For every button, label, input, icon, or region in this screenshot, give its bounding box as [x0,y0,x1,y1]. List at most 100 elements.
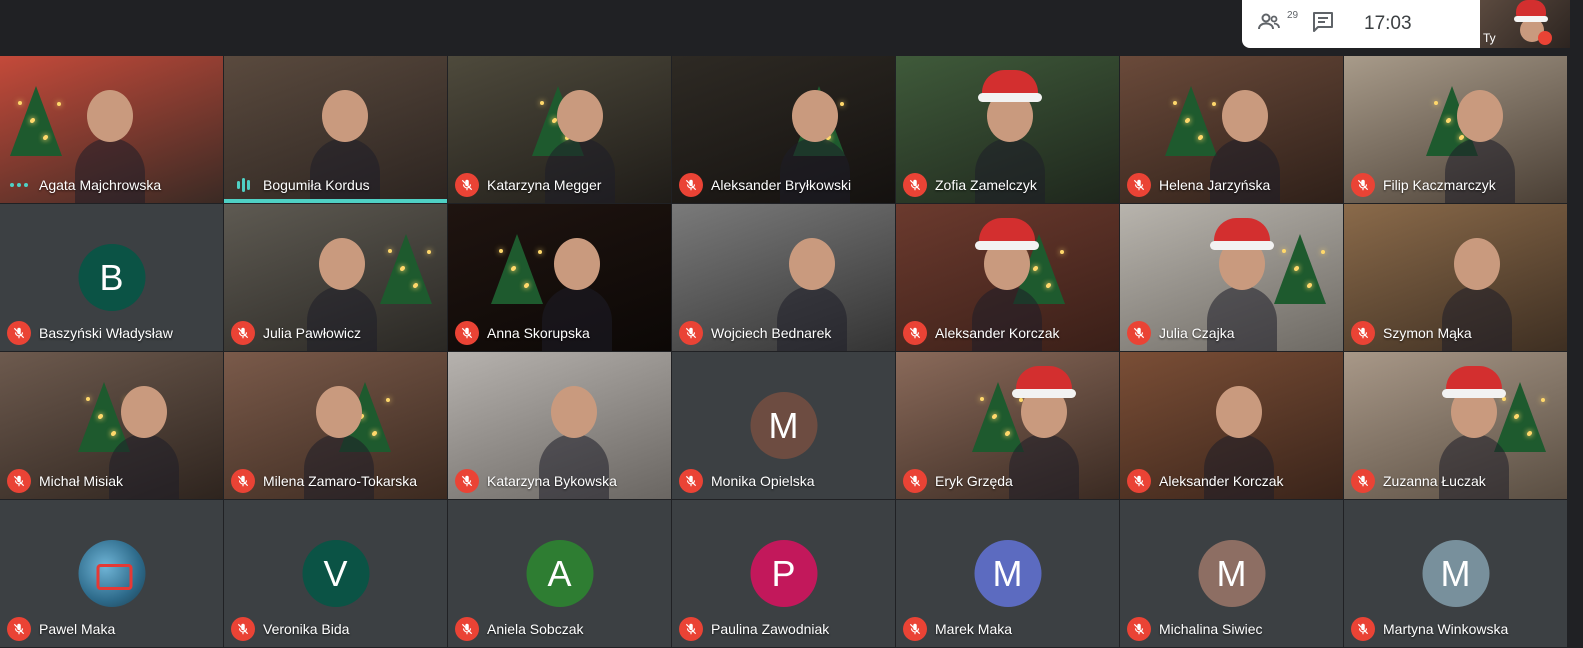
meeting-window: 29 17:03 Ty Agata Majchrowska Bogumiła Ko… [0,0,1583,648]
participant-name: Katarzyna Bykowska [487,473,617,489]
participant-name: Aleksander Korczak [1159,473,1284,489]
participant-name: Eryk Grzęda [935,473,1013,489]
participant-name-row: Agata Majchrowska [7,173,161,197]
participant-name: Julia Pawłowicz [263,325,362,341]
fairy-light [388,249,392,253]
participant-name-row: Szymon Mąka [1351,321,1472,345]
mic-off-icon [1127,321,1151,345]
participant-tile[interactable]: Zuzanna Łuczak [1344,352,1567,499]
mic-off-icon [903,469,927,493]
christmas-tree [491,234,543,304]
participant-tile[interactable]: Anna Skorupska [448,204,671,351]
participants-button[interactable]: 29 [1242,0,1298,48]
fairy-light [386,398,390,402]
participant-name: Helena Jarzyńska [1159,177,1271,193]
participant-name: Szymon Mąka [1383,325,1472,341]
avatar: M [974,540,1041,607]
fairy-light [1033,267,1037,271]
fairy-light [1046,284,1050,288]
participant-tile[interactable]: M Monika Opielska [672,352,895,499]
fairy-light [1446,119,1450,123]
participant-name-row: Katarzyna Megger [455,173,601,197]
mic-off-icon [679,469,703,493]
participant-name-row: Aniela Sobczak [455,617,584,641]
participant-tile[interactable]: A Aniela Sobczak [448,500,671,647]
participant-name-row: Aleksander Korczak [1127,469,1284,493]
participant-tile[interactable]: Zofia Zamelczyk [896,56,1119,203]
participant-tile[interactable]: Katarzyna Megger [448,56,671,203]
participant-tile[interactable]: Bogumiła Kordus [224,56,447,203]
chat-button[interactable] [1296,0,1350,48]
participant-name: Julia Czajka [1159,325,1235,341]
chat-icon [1311,10,1335,39]
avatar: A [526,540,593,607]
fairy-light [540,101,544,105]
fairy-light [980,397,984,401]
participant-tile[interactable]: Katarzyna Bykowska [448,352,671,499]
self-label: Ty [1483,31,1496,45]
participant-name: Zofia Zamelczyk [935,177,1037,193]
participant-tile[interactable]: Aleksander Bryłkowski [672,56,895,203]
participant-name: Milena Zamaro-Tokarska [263,473,418,489]
participant-tile[interactable]: M Michalina Siwiec [1120,500,1343,647]
participant-tile[interactable]: P Paulina Zawodniak [672,500,895,647]
participant-tile[interactable]: Aleksander Korczak [896,204,1119,351]
participant-tile[interactable]: Julia Czajka [1120,204,1343,351]
participant-name: Michał Misiak [39,473,124,489]
fairy-light [1173,101,1177,105]
participant-tile[interactable]: Szymon Mąka [1344,204,1567,351]
participant-grid: Agata Majchrowska Bogumiła Kordus Katarzyn… [0,56,1567,648]
avatar: M [1198,540,1265,607]
participant-name-row: Katarzyna Bykowska [455,469,617,493]
participant-face [554,238,600,290]
meeting-clock: 17:03 [1364,13,1412,34]
christmas-tree [1165,86,1217,156]
participant-tile[interactable]: Filip Kaczmarczyk [1344,56,1567,203]
participant-name-row: Pawel Maka [7,617,115,641]
fairy-light [538,250,542,254]
participant-name: Bogumiła Kordus [263,177,370,193]
participant-tile[interactable]: M Marek Maka [896,500,1119,647]
participant-tile[interactable]: Helena Jarzyńska [1120,56,1343,203]
participant-tile[interactable]: Pawel Maka [0,500,223,647]
fairy-light [1514,415,1518,419]
participant-tile[interactable]: Michał Misiak [0,352,223,499]
participant-tile[interactable]: Agata Majchrowska [0,56,223,203]
fairy-light [1307,284,1311,288]
mic-off-icon [1127,617,1151,641]
mic-off-icon [1538,31,1552,45]
fairy-light [1212,102,1216,106]
fairy-light [18,101,22,105]
participant-name: Michalina Siwiec [1159,621,1263,637]
participant-name: Wojciech Bednarek [711,325,832,341]
mic-off-icon [903,617,927,641]
christmas-tree [10,86,62,156]
avatar [78,540,145,607]
fairy-light [1321,250,1325,254]
fairy-light [1434,101,1438,105]
participant-name: Aleksander Bryłkowski [711,177,852,193]
participant-tile[interactable]: M Martyna Winkowska [1344,500,1567,647]
avatar: B [78,244,145,311]
participant-tile[interactable]: B Baszyński Władysław [0,204,223,351]
mic-off-icon [1351,321,1375,345]
participant-tile[interactable]: Julia Pawłowicz [224,204,447,351]
participant-name-row: Martyna Winkowska [1351,617,1508,641]
mic-off-icon [1127,173,1151,197]
fairy-light [98,415,102,419]
participant-name-row: Zuzanna Łuczak [1351,469,1486,493]
participant-tile[interactable]: Eryk Grzęda [896,352,1119,499]
fairy-light [86,397,90,401]
participant-face [121,386,167,438]
fairy-light [413,284,417,288]
participant-tile[interactable]: Milena Zamaro-Tokarska [224,352,447,499]
participant-face [1457,90,1503,142]
participant-tile[interactable]: Aleksander Korczak [1120,352,1343,499]
participant-name: Aleksander Korczak [935,325,1060,341]
mic-off-icon [231,469,255,493]
mic-off-icon [1351,617,1375,641]
self-view-tile[interactable]: Ty [1480,0,1570,48]
mic-off-icon [455,469,479,493]
participant-tile[interactable]: Wojciech Bednarek [672,204,895,351]
participant-tile[interactable]: V Veronika Bida [224,500,447,647]
